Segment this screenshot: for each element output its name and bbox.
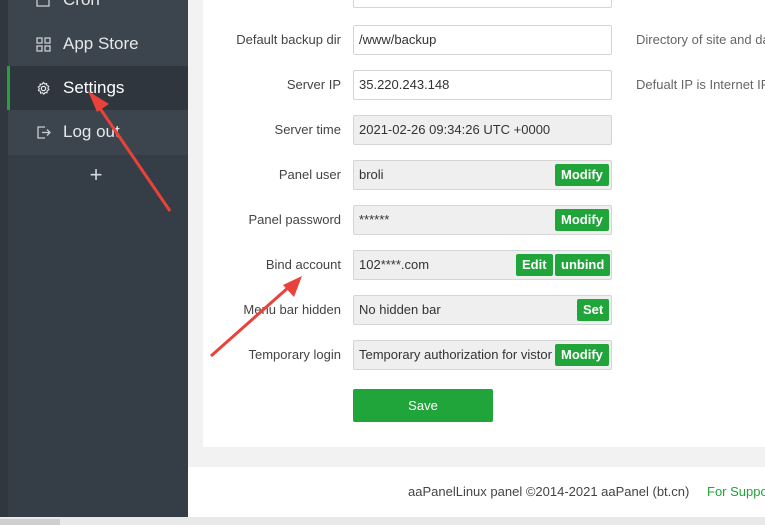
footer: aaPanelLinux panel ©2014-2021 aaPanel (b… <box>188 467 765 517</box>
gear-icon <box>35 80 51 96</box>
modify-temporary-login-button[interactable]: Modify <box>555 344 609 366</box>
sidebar: Cron App Store Settings <box>0 0 188 517</box>
settings-row-panel-password: Panel password ****** Modify <box>203 205 765 235</box>
sidebar-item-label: App Store <box>63 34 139 53</box>
server-ip-hint: Defualt IP is Internet IP <box>636 77 765 92</box>
settings-row-server-ip: Server IP 35.220.243.148 Defualt IP is I… <box>203 70 765 100</box>
backup-dir-label: Default backup dir <box>236 32 341 47</box>
settings-row-temporary-login: Temporary login Temporary authorization … <box>203 340 765 370</box>
temporary-login-label: Temporary login <box>248 347 342 362</box>
bottom-strip <box>0 517 765 525</box>
settings-row-server-time: Server time 2021-02-26 09:34:26 UTC +000… <box>203 115 765 145</box>
bind-account-label: Bind account <box>265 257 341 272</box>
bottom-strip-mark <box>0 519 60 525</box>
backup-dir-hint: Directory of site and da <box>636 32 765 47</box>
backup-dir-input[interactable]: /www/backup <box>353 25 612 55</box>
modify-panel-password-button[interactable]: Modify <box>555 209 609 231</box>
logout-icon <box>35 124 51 140</box>
support-link[interactable]: For Suppo <box>707 467 765 517</box>
sidebar-lower-area <box>0 155 188 517</box>
sidebar-item-app-store[interactable]: App Store <box>8 22 188 66</box>
set-menu-bar-button[interactable]: Set <box>577 299 610 321</box>
server-time-label: Server time <box>274 122 341 137</box>
server-ip-input[interactable]: 35.220.243.148 <box>353 70 612 100</box>
sidebar-item-settings[interactable]: Settings <box>7 66 188 110</box>
edit-bind-account-button[interactable]: Edit <box>516 254 553 276</box>
settings-row-panel-user: Panel user broli Modify <box>203 160 765 190</box>
modify-panel-user-button[interactable]: Modify <box>555 164 609 186</box>
grid-icon <box>35 36 51 52</box>
server-ip-label: Server IP <box>286 77 341 92</box>
sidebar-item-label: Cron <box>63 0 100 10</box>
save-button[interactable]: Save <box>353 389 493 422</box>
calendar-icon <box>35 0 51 8</box>
settings-row-menu-bar-hidden: Menu bar hidden No hidden bar Set <box>203 295 765 325</box>
add-menu-icon[interactable]: + <box>84 163 108 187</box>
sidebar-item-label: Log out <box>63 122 120 141</box>
sidebar-item-cron[interactable]: Cron <box>8 0 188 22</box>
panel-user-label: Panel user <box>278 167 341 182</box>
top-cut-field[interactable] <box>353 0 612 8</box>
unbind-account-button[interactable]: unbind <box>555 254 611 276</box>
footer-copyright: aaPanelLinux panel ©2014-2021 aaPanel (b… <box>408 484 690 499</box>
server-time-field: 2021-02-26 09:34:26 UTC +0000 <box>353 115 612 145</box>
sidebar-item-log-out[interactable]: Log out <box>8 110 188 154</box>
panel-password-label: Panel password <box>248 212 342 227</box>
sidebar-item-label: Settings <box>63 78 125 97</box>
menu-bar-hidden-field: No hidden bar <box>353 295 612 325</box>
settings-row-backup-dir: Default backup dir /www/backup Directory… <box>203 25 765 55</box>
settings-row-top-cut <box>203 0 765 14</box>
settings-row-bind-account: Bind account 102****.com Edit unbind <box>203 250 765 280</box>
menu-bar-hidden-label: Menu bar hidden <box>243 302 341 317</box>
